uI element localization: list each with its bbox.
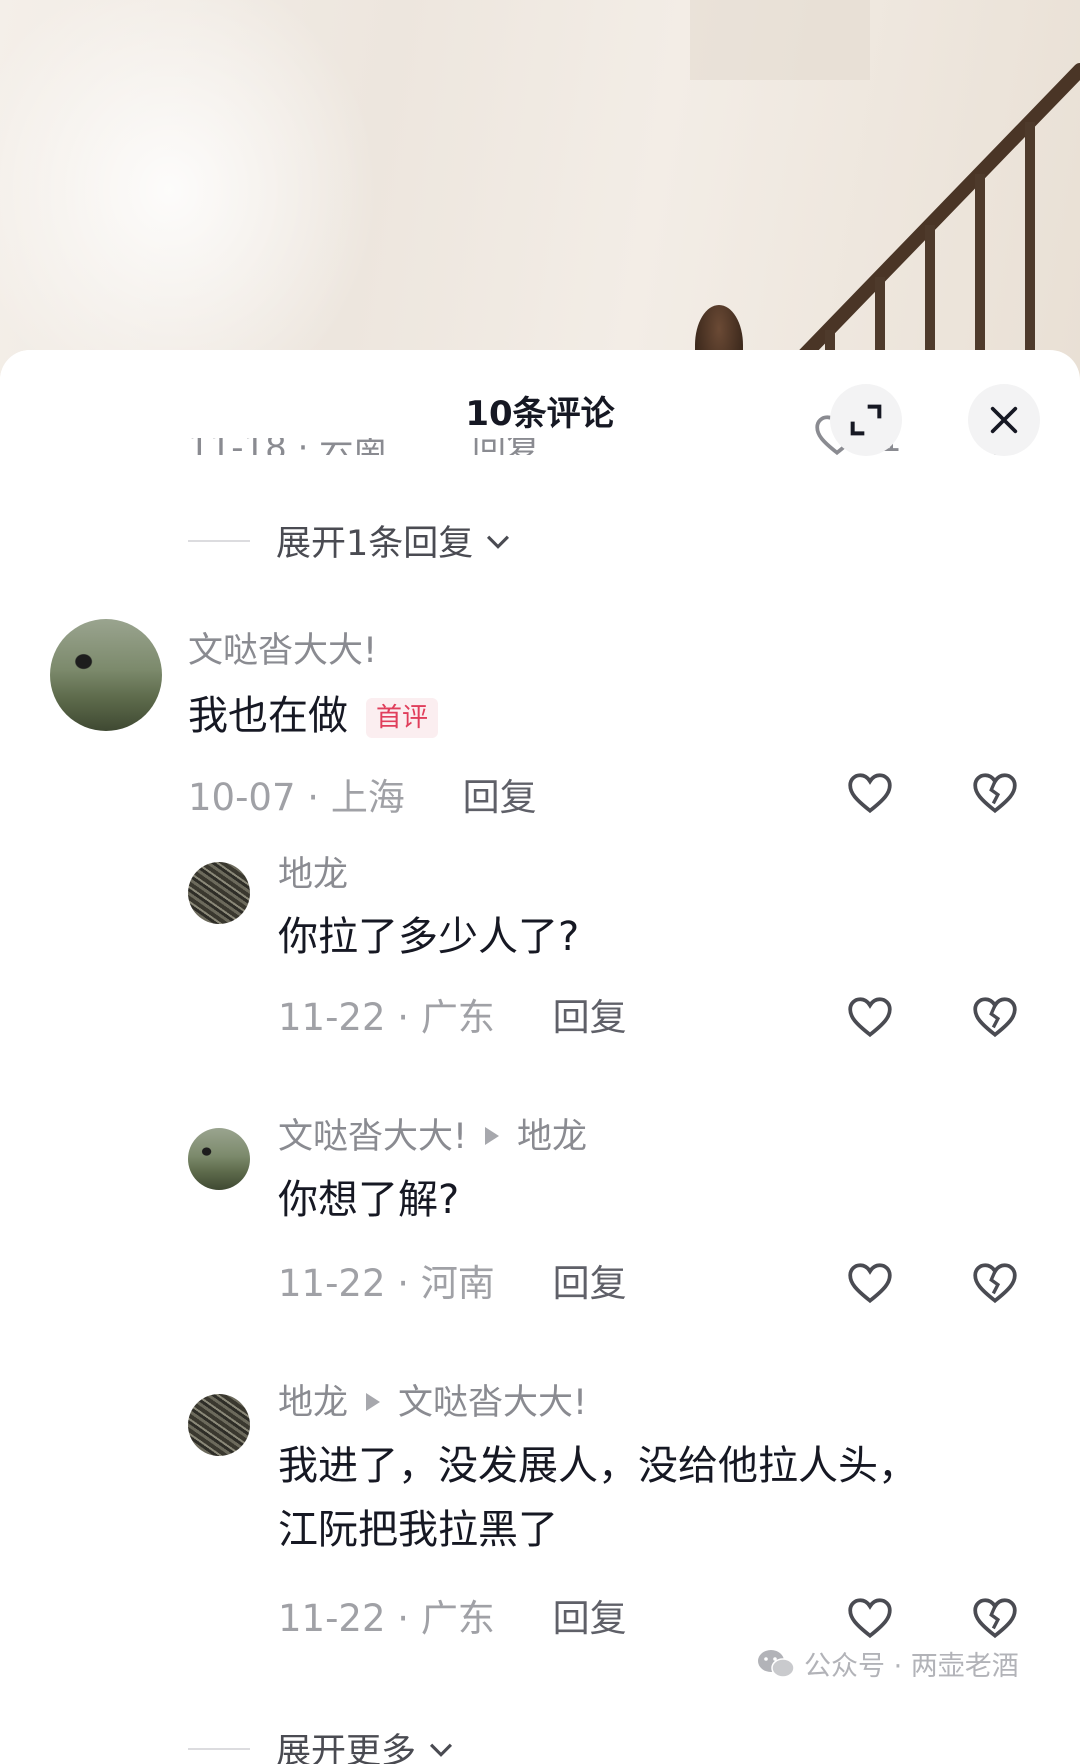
reply-button[interactable]: 回复 <box>553 1597 627 1640</box>
reply-text: 你拉了多少人了? <box>278 914 580 960</box>
comment-date: 10-07 <box>188 776 296 819</box>
broken-heart-icon[interactable] <box>970 1593 1020 1643</box>
reply-text: 我进了，没发展人，没给他拉人头， 江阮把我拉黑了 <box>278 1434 918 1562</box>
heart-icon[interactable] <box>845 1258 895 1308</box>
staircase-railing <box>773 63 1080 380</box>
wechat-icon <box>758 1649 795 1678</box>
reply-button[interactable]: 回复 <box>553 1262 627 1305</box>
reply-location: 广东 <box>420 1597 495 1640</box>
expand-more-label: 展开更多 <box>276 1732 417 1764</box>
reply-location: 河南 <box>420 1262 495 1305</box>
reply-text-line: 我进了，没发展人，没给他拉人头， <box>278 1443 918 1489</box>
avatar[interactable] <box>188 1394 250 1456</box>
close-button[interactable] <box>968 384 1040 456</box>
reply-to-user[interactable]: 地龙 <box>517 1117 587 1157</box>
reply-arrow-icon <box>366 1393 381 1411</box>
comment-location: 上海 <box>330 776 405 819</box>
dot-separator: · <box>397 1597 421 1640</box>
comment-count-title: 10条评论 <box>465 394 615 434</box>
heart-icon[interactable] <box>845 1593 895 1643</box>
close-icon <box>990 406 1018 434</box>
video-background <box>0 0 1080 380</box>
reply-author[interactable]: 地龙 <box>278 1383 348 1423</box>
reply-meta: 11-22 · 广东 回复 <box>278 1588 627 1642</box>
reply-author[interactable]: 地龙 <box>278 846 348 897</box>
expand-icon <box>850 404 882 436</box>
broken-heart-icon[interactable] <box>970 1258 1020 1308</box>
dot-separator: · <box>397 1262 421 1305</box>
divider-line <box>188 1747 250 1750</box>
reply-button[interactable]: 回复 <box>463 776 537 819</box>
expand-replies-button[interactable]: 展开1条回复 <box>188 515 515 566</box>
expand-more-button[interactable]: 展开更多 <box>188 1723 458 1764</box>
reply-date: 11-22 <box>278 996 386 1039</box>
chevron-down-icon <box>487 535 510 549</box>
reply-button[interactable]: 回复 <box>553 996 627 1039</box>
heart-icon[interactable] <box>845 992 895 1042</box>
reply-text: 你想了解? <box>278 1177 460 1223</box>
comment-author[interactable]: 文哒沓大大! <box>188 622 377 673</box>
reply-author-line: 文哒沓大大! 地龙 <box>278 1108 587 1159</box>
watermark: 公众号 · 两壶老酒 <box>756 1644 1019 1683</box>
comment-body: 我也在做 <box>188 693 348 739</box>
broken-heart-icon[interactable] <box>970 768 1020 818</box>
reply-author[interactable]: 文哒沓大大! <box>278 1117 467 1157</box>
reply-date: 11-22 <box>278 1597 386 1640</box>
expand-button[interactable] <box>830 384 902 456</box>
broken-heart-icon[interactable] <box>970 992 1020 1042</box>
avatar[interactable] <box>188 1128 250 1190</box>
divider-line <box>188 539 250 542</box>
reply-meta: 11-22 · 河南 回复 <box>278 1253 627 1307</box>
watermark-text: 公众号 · 两壶老酒 <box>804 1651 1019 1682</box>
first-comment-badge: 首评 <box>366 698 439 738</box>
dot-separator: · <box>307 776 331 819</box>
reply-date: 11-22 <box>278 1262 386 1305</box>
expand-replies-label: 展开1条回复 <box>276 524 474 564</box>
dot-separator: · <box>397 996 421 1039</box>
reply-arrow-icon <box>485 1127 500 1145</box>
reply-text-line: 江阮把我拉黑了 <box>278 1507 558 1553</box>
reply-to-user[interactable]: 文哒沓大大! <box>398 1383 587 1423</box>
reply-location: 广东 <box>420 996 495 1039</box>
heart-icon[interactable] <box>845 768 895 818</box>
chevron-down-icon <box>429 1743 453 1757</box>
comment-sheet: 11-18 · 云南 回复 1 10条评论 展开1条回复 文哒沓大大! 我也在做… <box>0 350 1080 1764</box>
comment-meta: 10-07 · 上海 回复 <box>188 767 537 821</box>
comment-text: 我也在做 首评 <box>188 684 439 748</box>
reply-meta: 11-22 · 广东 回复 <box>278 987 627 1041</box>
avatar[interactable] <box>188 862 250 924</box>
avatar[interactable] <box>50 619 162 731</box>
reply-author-line: 地龙 文哒沓大大! <box>278 1374 587 1425</box>
